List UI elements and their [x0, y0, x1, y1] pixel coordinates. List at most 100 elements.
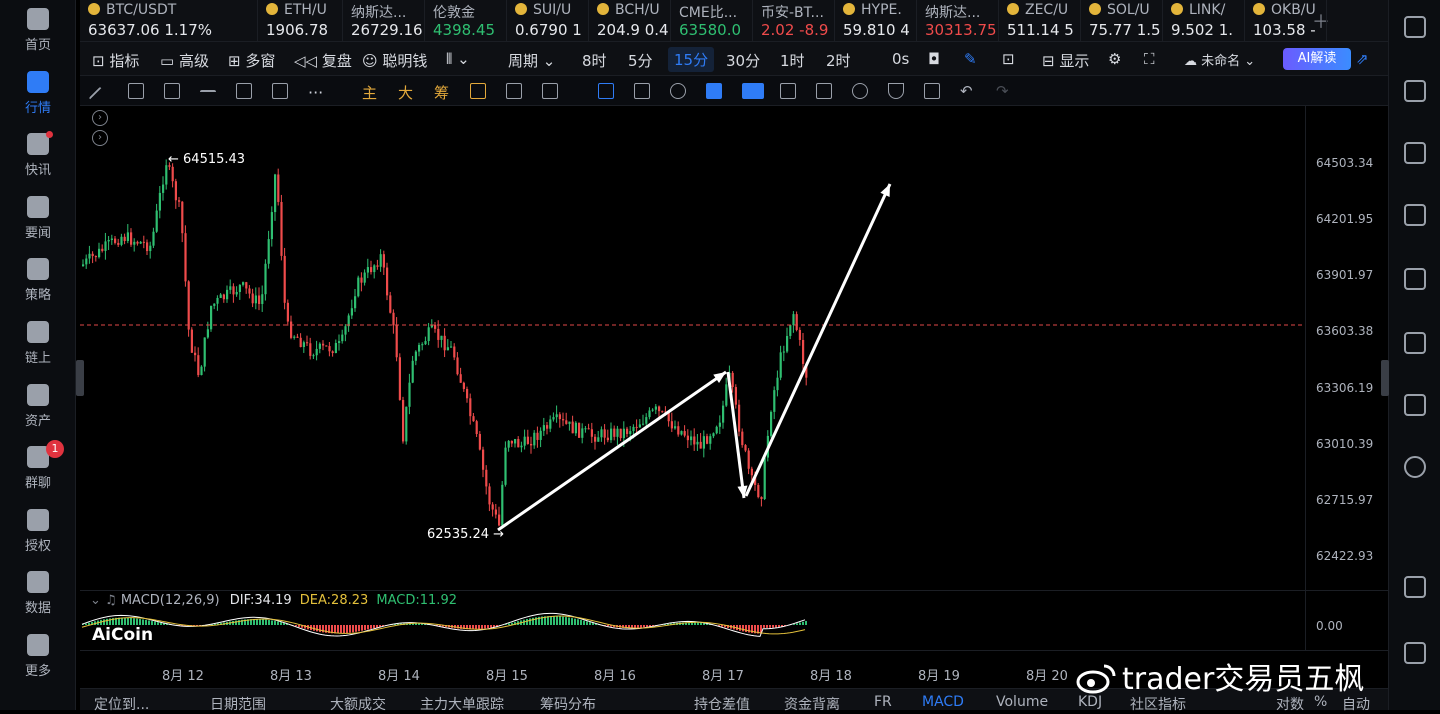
bot-icon[interactable]	[1404, 394, 1426, 416]
bottom-tab[interactable]: 持仓差值	[694, 694, 750, 714]
collapse-icon[interactable]: ›	[92, 110, 108, 126]
ticker-item[interactable]: ZEC/U511.14 5	[999, 0, 1081, 42]
more-tools-icon[interactable]: ···	[308, 83, 324, 99]
ticker-item[interactable]: ETH/U1906.78	[258, 0, 343, 42]
undo-icon[interactable]: ↶	[960, 82, 973, 100]
trash-icon[interactable]	[924, 83, 940, 99]
headset-icon[interactable]	[1404, 642, 1426, 664]
pen-icon[interactable]: ✎	[964, 50, 977, 68]
ticker-item[interactable]: HYPE.59.810 4	[835, 0, 917, 42]
sidebar-item-10[interactable]: 更多	[0, 634, 76, 679]
copy-icon[interactable]	[598, 83, 614, 99]
redo-icon[interactable]: ↷	[996, 82, 1009, 100]
growth-chart-icon[interactable]	[1404, 204, 1426, 226]
indicator-button[interactable]: ⊡ 指标	[92, 50, 139, 71]
panels-icon[interactable]	[1404, 576, 1426, 598]
bottom-tab[interactable]: 主力大单跟踪	[420, 694, 504, 714]
camera-icon[interactable]: ◘	[928, 50, 940, 68]
chip-tool[interactable]: 筹	[434, 82, 449, 103]
multi-window-button[interactable]: ⊞ 多窗	[228, 50, 275, 71]
sidebar-item-0[interactable]: 首页	[0, 8, 76, 53]
bottom-tab[interactable]: 定位到...	[94, 694, 149, 714]
etf-icon[interactable]	[1404, 332, 1426, 354]
period-dropdown[interactable]: 周期 ⌄	[508, 50, 555, 71]
ticker-item[interactable]: 伦敦金4398.45	[425, 0, 507, 42]
add-window-icon[interactable]: ⊡	[1002, 50, 1015, 68]
fullscreen-icon[interactable]: ⛶	[1144, 50, 1155, 68]
main-force-tool[interactable]: 主	[362, 82, 377, 103]
sync-icon[interactable]	[506, 83, 522, 99]
ticker-item[interactable]: OKB/U103.58 -	[1245, 0, 1327, 42]
interval-2h[interactable]: 2时	[826, 50, 851, 71]
sidebar-item-1[interactable]: 行情	[0, 71, 76, 116]
bottom-tab[interactable]: Volume	[996, 694, 1048, 710]
price-chart[interactable]: 64503.34 64201.95 63901.97 63603.38 6330…	[80, 106, 1388, 590]
interval-0s[interactable]: 0s	[892, 50, 909, 68]
bottom-tab[interactable]: FR	[874, 694, 892, 710]
lock-icon[interactable]	[780, 83, 796, 99]
bottom-tab[interactable]: MACD	[922, 694, 964, 710]
ticker-item[interactable]: 纳斯达...30313.75	[917, 0, 999, 42]
sidebar-item-3[interactable]: 要闻	[0, 196, 76, 241]
ticker-item[interactable]: BTC/USDT63637.06 1.17%	[80, 0, 258, 42]
share-icon[interactable]: ⇗	[1356, 50, 1369, 68]
sidebar-item-7[interactable]: 群聊1	[0, 446, 76, 491]
candle-mode-icon[interactable]	[742, 83, 764, 99]
parallel-lines-icon[interactable]	[128, 83, 144, 99]
rectangle-tool-icon[interactable]	[236, 83, 252, 99]
exchange-icon[interactable]	[1404, 456, 1426, 478]
smart-money-button[interactable]: ☺ 聪明钱	[362, 50, 427, 71]
magnet-icon[interactable]	[542, 83, 558, 99]
gauge-icon[interactable]	[470, 83, 486, 99]
display-button[interactable]: ⊟ 显示	[1042, 50, 1089, 71]
sidebar-item-4[interactable]: 策略	[0, 258, 76, 303]
interval-30m[interactable]: 30分	[726, 50, 760, 71]
sidebar-item-5[interactable]: 链上	[0, 321, 76, 366]
arrow-line[interactable]	[746, 184, 890, 496]
right-drag-handle[interactable]	[1381, 360, 1389, 396]
ticker-item[interactable]: 币安-BT...2.02 -8.9	[753, 0, 835, 42]
zoom-icon[interactable]	[670, 83, 686, 99]
ticker-item[interactable]: SOL/U75.77 1.5	[1081, 0, 1163, 42]
sidebar-item-2[interactable]: 快讯	[0, 133, 76, 178]
price-tag-icon[interactable]	[1404, 142, 1426, 164]
edit-list-icon[interactable]	[816, 83, 832, 99]
ruler-icon[interactable]	[634, 83, 650, 99]
interval-1h[interactable]: 1时	[780, 50, 805, 71]
brush-tool-icon[interactable]	[272, 83, 288, 99]
drawn-arrows[interactable]	[498, 184, 890, 530]
ticker-item[interactable]: SUI/U0.6790 1	[507, 0, 589, 42]
notes-icon[interactable]	[1404, 80, 1426, 102]
bottom-tab[interactable]: 筹码分布	[540, 694, 596, 714]
bell-icon[interactable]: ♫	[105, 593, 117, 608]
ai-interpret-button[interactable]: AI解读	[1283, 48, 1351, 70]
bottom-tab[interactable]: 资金背离	[784, 694, 840, 714]
ticker-item[interactable]: CME比...63580.0	[671, 0, 753, 42]
draw-mode-icon[interactable]	[706, 83, 722, 99]
candlestick-chart[interactable]	[80, 106, 1388, 590]
monitor-icon[interactable]	[1404, 268, 1426, 290]
bottom-tab[interactable]: 大额成交	[330, 694, 386, 714]
bottom-tab[interactable]: 日期范围	[210, 694, 266, 714]
interval-5m[interactable]: 5分	[628, 50, 653, 71]
chart-type-icon[interactable]: ⫴ ⌄	[446, 50, 470, 68]
interval-15m[interactable]: 15分	[668, 47, 714, 72]
ticker-item[interactable]: BCH/U204.9 0.4	[589, 0, 671, 42]
toggle-icon[interactable]: ⌄	[90, 593, 101, 608]
interval-8h[interactable]: 8时	[582, 50, 607, 71]
replay-button[interactable]: ◁◁ 复盘	[294, 50, 352, 71]
fib-lines-icon[interactable]	[164, 83, 180, 99]
sidebar-item-9[interactable]: 数据	[0, 571, 76, 616]
horizontal-line-icon[interactable]	[200, 90, 216, 106]
filter-icon[interactable]	[888, 83, 904, 99]
ticker-item[interactable]: LINK/9.502 1.	[1163, 0, 1245, 42]
settings-icon[interactable]: ⚙	[1108, 50, 1121, 68]
layout-icon[interactable]	[1404, 16, 1426, 38]
expand-icon[interactable]: ›	[92, 130, 108, 146]
sidebar-item-8[interactable]: 授权	[0, 509, 76, 554]
sidebar-item-6[interactable]: 资产	[0, 384, 76, 429]
ticker-item[interactable]: 纳斯达...26729.16	[343, 0, 425, 42]
left-drag-handle[interactable]	[76, 360, 84, 396]
large-order-tool[interactable]: 大	[398, 82, 413, 103]
advanced-button[interactable]: ▭ 高级	[160, 50, 209, 71]
